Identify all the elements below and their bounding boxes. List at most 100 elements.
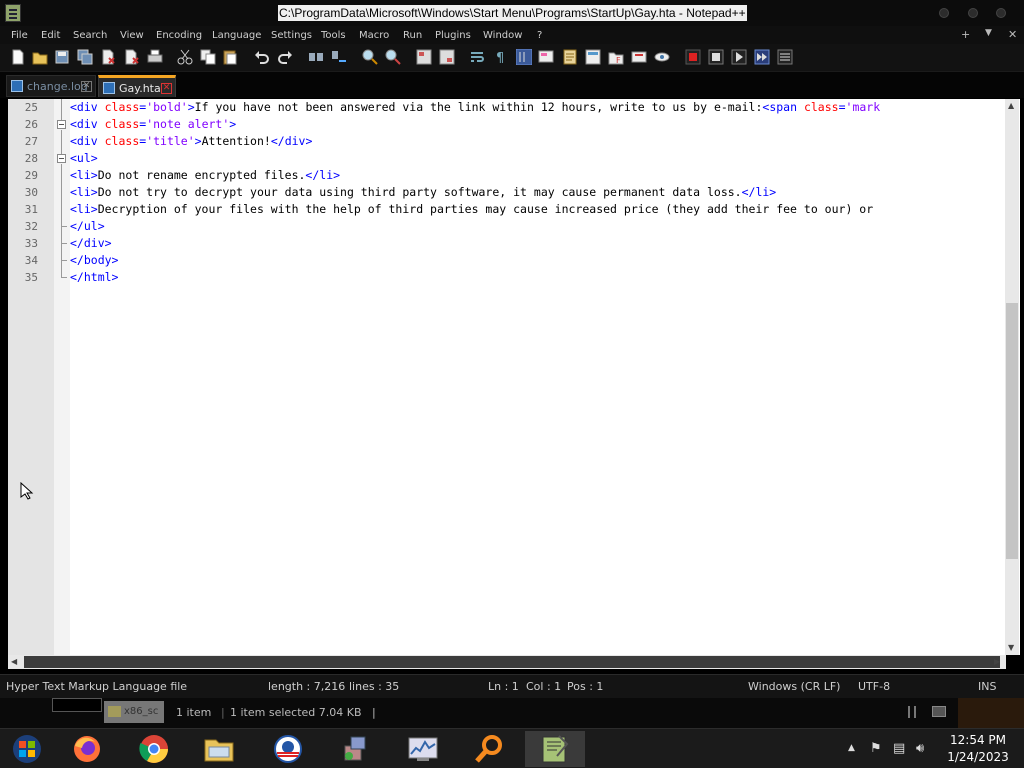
new-tab-button[interactable]: + — [961, 28, 970, 41]
zoom-in-icon[interactable] — [362, 49, 378, 65]
sync-horizontal-icon[interactable] — [439, 49, 455, 65]
notepad-plus-plus-icon[interactable] — [5, 4, 21, 22]
code-line[interactable]: <div class='title'>Attention!</div> — [70, 133, 312, 150]
monitoring-eye-icon[interactable] — [654, 49, 670, 65]
playback-macro-icon[interactable] — [731, 49, 747, 65]
taskbar-notepad-plus-plus[interactable] — [525, 731, 585, 767]
code-line[interactable]: </ul> — [70, 218, 105, 235]
fold-toggle-icon[interactable] — [57, 120, 66, 129]
code-line[interactable]: </html> — [70, 269, 118, 286]
vertical-scrollbar[interactable]: ▲ ▼ — [1005, 99, 1019, 655]
code-text-area[interactable]: <div class='bold'>If you have not been a… — [70, 99, 1005, 655]
eol-format-label[interactable]: Windows (CR LF) — [748, 680, 840, 693]
close-document-button[interactable]: ✕ — [1008, 28, 1017, 41]
replace-icon[interactable] — [331, 49, 347, 65]
sync-vertical-icon[interactable] — [416, 49, 432, 65]
horizontal-scrollbar[interactable]: ◀ ▶ — [8, 655, 1006, 669]
fold-toggle-icon[interactable] — [57, 154, 66, 163]
tab-list-dropdown[interactable]: ▼ — [985, 28, 992, 38]
close-icon[interactable]: ✕ — [161, 83, 172, 94]
encoding-label[interactable]: UTF-8 — [858, 680, 890, 693]
new-file-icon[interactable] — [10, 49, 26, 65]
maximize-button[interactable] — [968, 8, 978, 18]
taskbar-file-explorer[interactable] — [189, 731, 249, 767]
word-wrap-icon[interactable] — [470, 49, 486, 65]
open-file-icon[interactable] — [32, 49, 48, 65]
taskbar-performance-monitor[interactable] — [393, 731, 453, 767]
close-icon[interactable]: ✕ — [81, 81, 92, 92]
menu-tools[interactable]: Tools — [321, 28, 346, 43]
function-list-icon[interactable] — [585, 49, 601, 65]
print-icon[interactable] — [147, 49, 163, 65]
find-icon[interactable] — [308, 49, 324, 65]
insert-mode-label[interactable]: INS — [978, 680, 996, 693]
menu-window[interactable]: Window — [483, 28, 522, 43]
stop-recording-icon[interactable] — [708, 49, 724, 65]
code-line[interactable]: <li>Do not rename encrypted files.</li> — [70, 167, 340, 184]
vertical-scroll-thumb[interactable] — [1006, 303, 1018, 559]
cut-icon[interactable] — [177, 49, 193, 65]
code-line[interactable]: <ul> — [70, 150, 98, 167]
close-all-icon[interactable] — [124, 49, 140, 65]
large-icons-view-icon[interactable] — [932, 706, 946, 717]
run-macro-multiple-icon[interactable] — [754, 49, 770, 65]
menu-settings[interactable]: Settings — [271, 28, 312, 43]
code-line[interactable]: <div class='bold'>If you have not been a… — [70, 99, 880, 116]
taskbar-obama-app[interactable] — [258, 731, 318, 767]
scroll-left-icon[interactable]: ◀ — [11, 657, 17, 666]
network-icon[interactable]: ▤ — [893, 741, 905, 756]
user-language-icon[interactable] — [538, 49, 554, 65]
menu-edit[interactable]: Edit — [41, 28, 60, 43]
code-line[interactable]: <li>Decryption of your files with the he… — [70, 201, 873, 218]
volume-icon[interactable]: 🔊︎ — [916, 741, 924, 756]
code-line[interactable]: </body> — [70, 252, 118, 269]
save-macro-icon[interactable] — [777, 49, 793, 65]
minimize-button[interactable] — [939, 8, 949, 18]
show-all-characters-icon[interactable]: ¶ — [493, 49, 509, 65]
clock-time[interactable]: 12:54 PM — [938, 733, 1018, 747]
menu-plugins[interactable]: Plugins — [435, 28, 471, 43]
project-panel-icon[interactable] — [631, 49, 647, 65]
action-center-flag-icon[interactable]: ⚑ — [870, 741, 882, 756]
show-hidden-icons-chevron[interactable]: ▲ — [848, 743, 855, 753]
clock-date[interactable]: 1/24/2023 — [938, 750, 1018, 764]
scroll-right-icon[interactable]: ▶ — [994, 657, 1000, 666]
zoom-out-icon[interactable] — [385, 49, 401, 65]
menu-language[interactable]: Language — [212, 28, 261, 43]
close-button[interactable] — [996, 8, 1006, 18]
tab-gay-hta[interactable]: Gay.hta ✕ — [98, 75, 176, 97]
code-line[interactable]: <div class='note alert'> — [70, 116, 236, 133]
folder-as-workspace-icon[interactable]: F — [608, 49, 624, 65]
save-icon[interactable] — [54, 49, 70, 65]
explorer-file-item[interactable]: x86_sc — [104, 701, 164, 723]
save-all-icon[interactable] — [77, 49, 93, 65]
menu-view[interactable]: View — [120, 28, 144, 43]
code-line[interactable]: <li>Do not try to decrypt your data usin… — [70, 184, 776, 201]
paste-icon[interactable] — [222, 49, 238, 65]
scroll-up-icon[interactable]: ▲ — [1008, 101, 1014, 110]
redo-icon[interactable] — [277, 49, 293, 65]
details-view-icon[interactable] — [908, 706, 916, 718]
close-file-icon[interactable] — [100, 49, 116, 65]
copy-icon[interactable] — [200, 49, 216, 65]
menu-run[interactable]: Run — [403, 28, 422, 43]
code-line[interactable]: </div> — [70, 235, 112, 252]
indent-guide-icon[interactable] — [516, 49, 532, 65]
record-macro-icon[interactable] — [685, 49, 701, 65]
start-button[interactable] — [0, 731, 57, 767]
taskbar-chrome[interactable] — [124, 731, 184, 767]
taskbar-search-app[interactable] — [459, 731, 519, 767]
taskbar-firefox[interactable] — [57, 731, 117, 767]
menu-help[interactable]: ? — [537, 28, 542, 43]
menu-encoding[interactable]: Encoding — [156, 28, 202, 43]
menu-macro[interactable]: Macro — [359, 28, 389, 43]
undo-icon[interactable] — [254, 49, 270, 65]
scroll-down-icon[interactable]: ▼ — [1008, 643, 1014, 652]
code-editor[interactable]: 25 26 27 28 29 30 31 32 33 34 35 <div cl… — [8, 99, 1020, 655]
horizontal-scroll-thumb[interactable] — [24, 656, 1000, 668]
menu-file[interactable]: File — [11, 28, 28, 43]
menu-search[interactable]: Search — [73, 28, 107, 43]
document-map-icon[interactable] — [562, 49, 578, 65]
taskbar-installer[interactable] — [325, 731, 385, 767]
tab-change-log[interactable]: change.log ✕ — [6, 75, 96, 97]
